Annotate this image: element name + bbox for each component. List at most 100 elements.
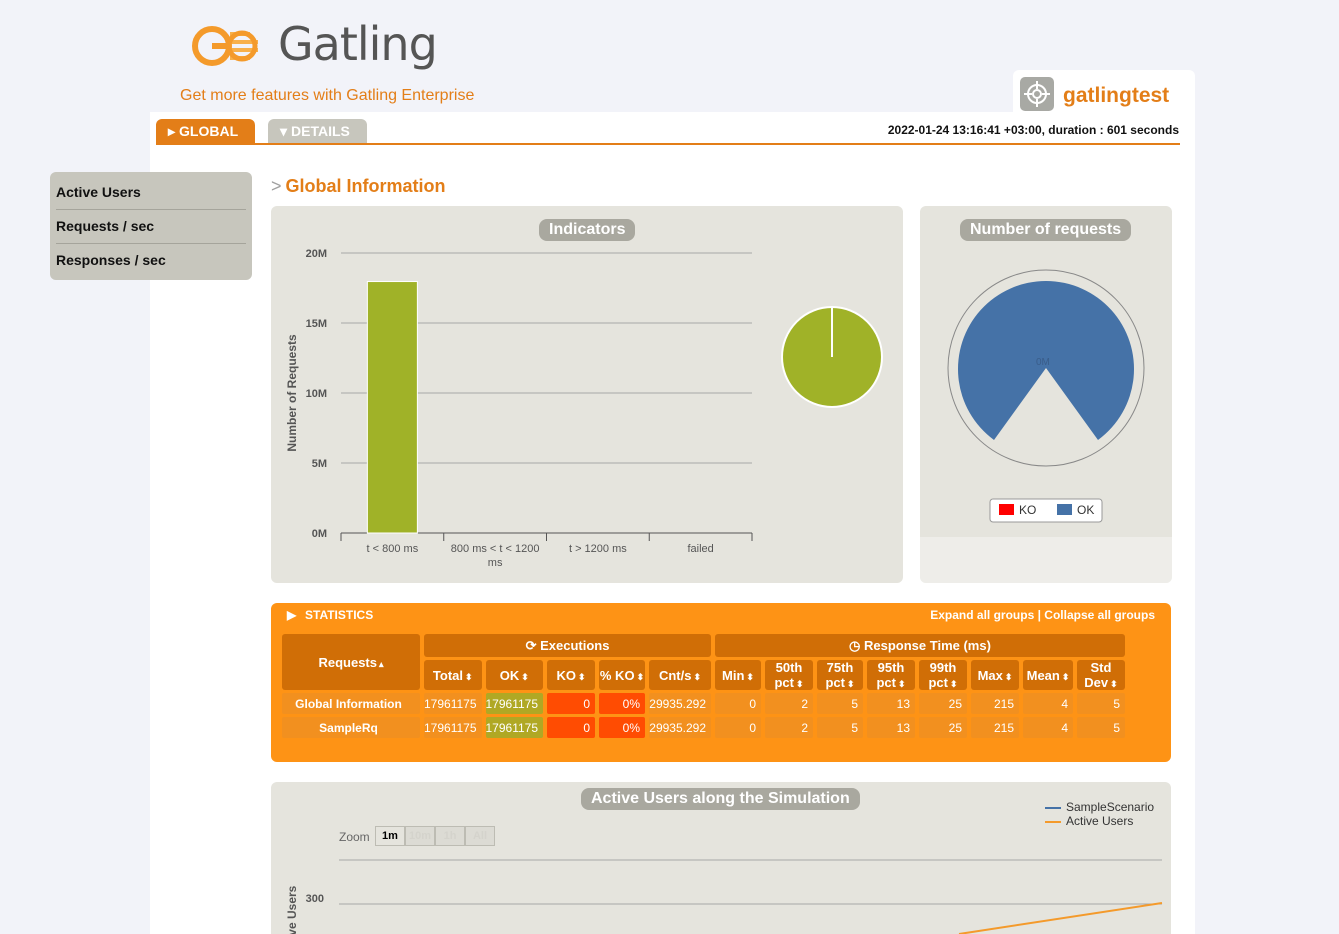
col--ko[interactable]: % KO ⬍ (599, 660, 645, 690)
gatling-logo[interactable]: Gatling (190, 17, 438, 71)
sort-icon: ⬍ (1061, 671, 1070, 682)
sidebar-item-active-users[interactable]: Active Users (56, 176, 246, 210)
col-75th-pct[interactable]: 75th pct ⬍ (817, 660, 863, 690)
sort-icon: ⬍ (1004, 671, 1013, 682)
chevron-right-icon: > (271, 176, 282, 196)
sort-icon: ⬍ (521, 671, 529, 682)
table-cell: 0% (599, 693, 645, 714)
clock-icon: ◷ (849, 637, 865, 653)
table-cell: 0 (547, 693, 595, 714)
col-50th-pct[interactable]: 50th pct ⬍ (765, 660, 813, 690)
sort-icon: ⬍ (636, 671, 645, 682)
table-cell: 2 (765, 717, 813, 738)
page-title-text: Global Information (285, 176, 446, 196)
y-tick-label: 20M (306, 248, 327, 260)
table-cell: 0 (715, 717, 761, 738)
table-cell: 5 (817, 693, 863, 714)
table-cell: 215 (971, 693, 1019, 714)
y-tick-label: 15M (306, 318, 327, 330)
y-axis-label: Number of Requests (285, 334, 299, 452)
sort-icon: ⬍ (746, 671, 754, 682)
indicators-chart: 0M 5M 10M 15M 20M Number of Requests t < 800 m… (285, 248, 883, 569)
tab-global-label: GLOBAL (179, 123, 239, 139)
group-response-time-label: Response Time (ms) (864, 637, 991, 653)
col-95th-pct[interactable]: 95th pct ⬍ (867, 660, 915, 690)
col-mean[interactable]: Mean ⬍ (1023, 660, 1073, 690)
col-min[interactable]: Min ⬍ (715, 660, 761, 690)
table-cell: 4 (1023, 693, 1073, 714)
table-row[interactable]: Global Information 17961175 17961175 0 0% 299… (282, 693, 1125, 714)
y-tick-label: 300 (306, 893, 324, 905)
column-label: KO (556, 667, 576, 683)
zoom-all-button[interactable]: All (465, 826, 495, 846)
table-cell: 29935.292 (649, 693, 711, 714)
column-label: Max (977, 667, 1003, 683)
col-99th-pct[interactable]: 99th pct ⬍ (919, 660, 967, 690)
refresh-icon: ⟳ (525, 637, 541, 653)
caret-down-icon: ▾ (280, 123, 288, 139)
table-cell: 0 (715, 693, 761, 714)
caret-right-icon[interactable]: ▶ (287, 608, 296, 622)
expand-all-link[interactable]: Expand all groups (930, 608, 1034, 622)
target-icon (1020, 77, 1054, 111)
table-cell: 13 (867, 717, 915, 738)
requests-panel: Number of requests 0M KO OK (920, 206, 1172, 583)
table-cell: 17961175 (424, 717, 482, 738)
col-requests[interactable]: Requests ▴ (282, 634, 420, 690)
zoom-1m-button[interactable]: 1m (375, 826, 405, 846)
table-cell: 0 (547, 717, 595, 738)
col-max[interactable]: Max ⬍ (971, 660, 1019, 690)
col-total[interactable]: Total ⬍ (424, 660, 482, 690)
collapse-all-link[interactable]: Collapse all groups (1044, 608, 1155, 622)
x-tick-label: t > 1200 ms (569, 543, 627, 555)
col-ok[interactable]: OK ⬍ (485, 660, 543, 690)
table-cell: 17961175 (424, 693, 482, 714)
separator: | (1037, 608, 1041, 622)
column-label: Mean (1026, 667, 1060, 683)
sidebar-item-responses-sec[interactable]: Responses / sec (56, 244, 246, 278)
group-executions: ⟳ Executions (424, 634, 711, 657)
column-label: Std Dev (1084, 660, 1112, 690)
col-requests-label: Requests (318, 654, 377, 670)
active-users-chart: 300 Active Users (285, 859, 1163, 934)
sort-icon: ⬍ (465, 671, 473, 682)
sidebar-item-requests-sec[interactable]: Requests / sec (56, 210, 246, 244)
zoom-1h-button[interactable]: 1h (435, 826, 465, 846)
y-tick-label: 0M (312, 528, 327, 540)
enterprise-link[interactable]: Get more features with Gatling Enterpris… (180, 87, 474, 105)
bar (366, 281, 418, 534)
legend-ko-swatch (999, 504, 1014, 515)
x-tick-label: t < 800 ms (367, 543, 419, 555)
sort-icon: ⬍ (795, 679, 804, 689)
legend-ok-swatch (1057, 504, 1072, 515)
col-ko[interactable]: KO ⬍ (547, 660, 595, 690)
table-cell: 25 (919, 717, 967, 738)
column-label: Min (722, 667, 745, 683)
table-cell: 5 (1077, 693, 1125, 714)
tab-details[interactable]: ▾ DETAILS (268, 119, 367, 144)
request-name[interactable]: SampleRq (282, 717, 420, 738)
col-cnt-s[interactable]: Cnt/s ⬍ (649, 660, 711, 690)
x-tick-label: ms (488, 557, 503, 569)
caret-right-icon: ▸ (168, 123, 176, 139)
y-axis-label: Active Users (285, 885, 299, 934)
gatling-logo-icon (192, 26, 258, 66)
group-response-time: ◷ Response Time (ms) (715, 634, 1125, 657)
requests-pie-chart: 0M KO OK (947, 269, 1145, 523)
x-tick-label: failed (687, 543, 713, 555)
request-name[interactable]: Global Information (282, 693, 420, 714)
table-cell: 17961175 (485, 693, 543, 714)
sort-asc-icon: ▴ (379, 658, 384, 669)
zoom-10m-button[interactable]: 10m (405, 826, 435, 846)
tab-details-label: DETAILS (291, 123, 350, 139)
column-label: % KO (599, 667, 635, 683)
x-tick-label: 800 ms < t < 1200 (451, 543, 540, 555)
column-label: Total (432, 667, 464, 683)
statistics-title: STATISTICS (305, 608, 374, 622)
col-std-dev[interactable]: Std Dev ⬍ (1077, 660, 1125, 690)
table-row[interactable]: SampleRq 17961175 17961175 0 0% 29935.292 0 2 5 1… (282, 717, 1125, 738)
table-cell: 4 (1023, 717, 1073, 738)
tab-global[interactable]: ▸ GLOBAL (156, 119, 255, 144)
pie-center-label: 0M (1036, 357, 1050, 368)
column-label: OK (499, 667, 520, 683)
